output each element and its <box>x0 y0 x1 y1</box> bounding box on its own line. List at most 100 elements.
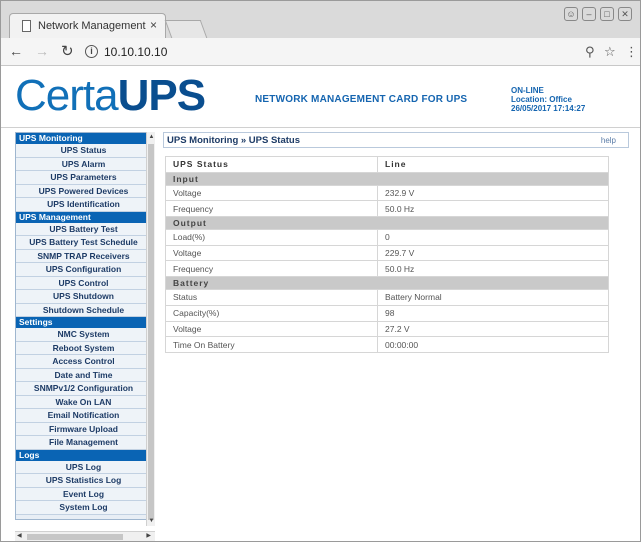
scroll-down-icon[interactable]: ▼ <box>147 518 156 524</box>
table-row: Voltage 27.2 V <box>165 320 609 338</box>
sidebar-item[interactable]: UPS Identification <box>16 198 151 212</box>
group-label: Input <box>165 171 609 186</box>
table-row: Voltage 232.9 V <box>165 184 609 202</box>
help-link[interactable]: help <box>601 136 616 145</box>
table-row: Frequency 50.0 Hz <box>165 200 609 218</box>
window-controls: ☺ – □ ✕ <box>564 7 632 21</box>
sidebar-item[interactable]: UPS Battery Test Schedule <box>16 236 151 250</box>
close-window-icon[interactable]: ✕ <box>618 7 632 21</box>
row-value: 27.2 V <box>377 320 609 338</box>
sidebar-item[interactable]: Wake On LAN <box>16 395 151 409</box>
table-header-row: UPS Status Line <box>165 156 609 173</box>
scroll-thumb[interactable] <box>148 144 154 520</box>
menu-icon[interactable]: ⋮ <box>625 44 638 60</box>
table-group-row: Battery <box>165 276 609 291</box>
row-label: Time On Battery <box>165 336 378 353</box>
row-label: Voltage <box>165 244 378 262</box>
sidebar-item[interactable]: Firmware Upload <box>16 422 151 436</box>
tab-strip: Network Management C × ☺ – □ ✕ <box>1 1 640 38</box>
sidebar-vertical-scrollbar[interactable]: ▲ ▼ <box>146 132 155 526</box>
reload-icon[interactable]: ↻ <box>61 42 74 60</box>
table-row: Voltage 229.7 V <box>165 244 609 262</box>
breadcrumb: UPS Monitoring » UPS Status <box>167 135 301 146</box>
row-label: Voltage <box>165 320 378 338</box>
new-tab-button[interactable] <box>164 20 208 38</box>
sidebar-item[interactable]: SNMP TRAP Receivers <box>16 249 151 263</box>
url-field[interactable]: 10.10.10.10 <box>104 45 167 59</box>
sidebar-item[interactable]: Access Control <box>16 355 151 369</box>
sidebar-item[interactable]: UPS Shutdown <box>16 290 151 304</box>
header-subtitle: NETWORK MANAGEMENT CARD FOR UPS <box>255 94 468 105</box>
sidebar-item[interactable]: System Log <box>16 501 151 515</box>
table-row: Capacity(%) 98 <box>165 304 609 322</box>
sidebar-section-header[interactable]: Settings <box>16 317 151 328</box>
sidebar-horizontal-scrollbar[interactable]: ◀ ▶ <box>15 531 155 541</box>
table-row: Time On Battery 00:00:00 <box>165 336 609 353</box>
row-label: Status <box>165 289 378 306</box>
address-bar: ← → ↻ i 10.10.10.10 ⚲ ☆ ⋮ <box>1 38 640 66</box>
scroll-right-icon[interactable]: ▶ <box>146 532 151 539</box>
row-label: Load(%) <box>165 229 378 246</box>
scroll-up-icon[interactable]: ▲ <box>147 134 156 140</box>
sidebar-item[interactable]: UPS Alarm <box>16 157 151 171</box>
back-icon[interactable]: ← <box>9 43 23 59</box>
sidebar-item[interactable]: UPS Statistics Log <box>16 474 151 488</box>
status-block: ON-LINE Location: Office 26/05/2017 17:1… <box>511 86 585 113</box>
row-label: Frequency <box>165 200 378 218</box>
row-label: Capacity(%) <box>165 304 378 322</box>
info-icon[interactable]: i <box>85 45 98 58</box>
sidebar-item[interactable]: SNMPv1/2 Configuration <box>16 382 151 396</box>
maximize-icon[interactable]: □ <box>600 7 614 21</box>
row-value: 98 <box>377 304 609 322</box>
sidebar-item[interactable]: UPS Powered Devices <box>16 184 151 198</box>
row-label: Voltage <box>165 184 378 202</box>
table-row: Status Battery Normal <box>165 289 609 306</box>
row-value: 00:00:00 <box>377 336 609 353</box>
sidebar-item[interactable]: UPS Status <box>16 144 151 158</box>
sidebar-section-header[interactable]: UPS Monitoring <box>16 133 151 144</box>
online-status: ON-LINE <box>511 86 544 95</box>
group-label: Battery <box>165 276 609 291</box>
sidebar-section-header[interactable]: Logs <box>16 449 151 461</box>
tab-close-icon[interactable]: × <box>150 18 157 32</box>
browser-tab[interactable]: Network Management C × <box>9 13 166 38</box>
sidebar-section-header[interactable]: UPS Management <box>16 211 151 223</box>
forward-icon[interactable]: → <box>35 43 49 59</box>
location-text: Location: Office <box>511 95 572 104</box>
ups-status-table: UPS Status Line Input Voltage 232.9 V Frequ… <box>165 156 609 353</box>
certaups-logo: CertaUPS <box>15 71 206 120</box>
page-icon <box>22 20 31 32</box>
sidebar-item[interactable]: UPS Parameters <box>16 171 151 185</box>
table-group-row: Output <box>165 216 609 231</box>
sidebar-item[interactable]: Reboot System <box>16 341 151 355</box>
hscroll-thumb[interactable] <box>27 534 123 540</box>
user-icon[interactable]: ☺ <box>564 7 578 21</box>
browser-window: Network Management C × ☺ – □ ✕ ← → ↻ i 1… <box>0 0 641 542</box>
row-value: 0 <box>377 229 609 246</box>
sidebar-item[interactable]: UPS Configuration <box>16 263 151 277</box>
minimize-icon[interactable]: – <box>582 7 596 21</box>
row-value: 229.7 V <box>377 244 609 262</box>
row-value: 50.0 Hz <box>377 200 609 218</box>
sidebar-item[interactable]: UPS Control <box>16 276 151 290</box>
sidebar-menu: UPS Monitoring UPS Status UPS Alarm UPS Par… <box>15 132 152 520</box>
sidebar-item[interactable]: Email Notification <box>16 409 151 423</box>
sidebar-item[interactable]: NMC System <box>16 328 151 342</box>
key-icon[interactable]: ⚲ <box>585 44 595 60</box>
sidebar-item[interactable]: File Management <box>16 436 151 450</box>
table-group-row: Input <box>165 171 609 186</box>
sidebar-item[interactable]: Date and Time <box>16 368 151 382</box>
sidebar-item[interactable]: UPS Battery Test <box>16 222 151 236</box>
column-header: Line <box>377 156 609 173</box>
row-value: 232.9 V <box>377 184 609 202</box>
sidebar-item[interactable]: Event Log <box>16 487 151 501</box>
sidebar-item[interactable]: Shutdown Schedule <box>16 303 151 317</box>
table-row: Load(%) 0 <box>165 229 609 246</box>
scroll-left-icon[interactable]: ◀ <box>17 532 22 539</box>
row-value: 50.0 Hz <box>377 260 609 278</box>
bookmark-star-icon[interactable]: ☆ <box>604 44 616 60</box>
tab-title: Network Management C <box>38 20 146 32</box>
table-row: Frequency 50.0 Hz <box>165 260 609 278</box>
datetime-text: 26/05/2017 17:14:27 <box>511 104 586 113</box>
sidebar-item[interactable]: UPS Log <box>16 460 151 474</box>
